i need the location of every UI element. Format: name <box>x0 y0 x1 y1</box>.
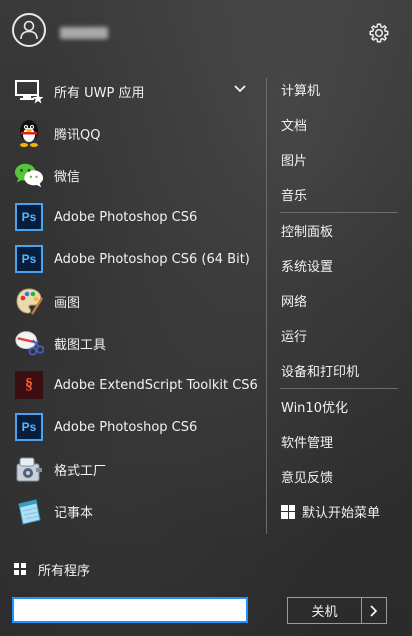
app-item-uwp[interactable]: 所有 UWP 应用 <box>0 70 262 112</box>
menu-computer[interactable]: 计算机 <box>266 72 412 107</box>
menu-pictures[interactable]: 图片 <box>266 142 412 177</box>
menu-devices-printers[interactable]: 设备和打印机 <box>266 353 412 388</box>
shutdown-group: 关机 <box>287 597 387 624</box>
app-label: 截图工具 <box>54 337 107 353</box>
shutdown-options-button[interactable] <box>361 598 386 623</box>
app-label: Adobe ExtendScript Toolkit CS6 <box>54 377 258 393</box>
all-programs-button[interactable]: 所有程序 <box>14 560 91 579</box>
app-item-qq[interactable]: 腾讯QQ <box>0 112 262 154</box>
photoshop-icon: Ps <box>14 244 44 274</box>
menu-feedback[interactable]: 意见反馈 <box>266 459 412 494</box>
right-menu: 计算机 文档 图片 音乐 控制面板 系统设置 网络 运行 设备和打印机 Win1… <box>266 72 412 529</box>
shutdown-button[interactable]: 关机 <box>288 598 361 623</box>
user-icon <box>20 20 38 40</box>
windows-logo-icon <box>281 504 295 519</box>
all-programs-label: 所有程序 <box>38 563 91 579</box>
app-label: 腾讯QQ <box>54 127 101 143</box>
extendscript-icon: § <box>14 370 44 400</box>
search-box <box>12 597 248 623</box>
photoshop-icon-text: Ps <box>15 203 43 231</box>
gear-icon[interactable] <box>368 22 390 44</box>
app-label: Adobe Photoshop CS6 <box>54 209 198 225</box>
app-item-photoshop-64[interactable]: Ps Adobe Photoshop CS6 (64 Bit) <box>0 238 262 280</box>
app-item-photoshop-2[interactable]: Ps Adobe Photoshop CS6 <box>0 406 262 448</box>
snipping-tool-icon <box>14 328 44 358</box>
menu-default-start[interactable]: 默认开始菜单 <box>266 494 412 529</box>
photoshop-icon-text: Ps <box>15 413 43 441</box>
menu-documents[interactable]: 文档 <box>266 107 412 142</box>
app-list: 所有 UWP 应用 腾讯QQ 微信 Ps Adobe Photoshop CS6… <box>0 70 262 532</box>
app-item-photoshop[interactable]: Ps Adobe Photoshop CS6 <box>0 196 262 238</box>
app-item-extendscript[interactable]: § Adobe ExtendScript Toolkit CS6 <box>0 364 262 406</box>
app-item-paint[interactable]: 画图 <box>0 280 262 322</box>
user-avatar[interactable] <box>12 13 46 47</box>
paint-palette-icon <box>14 286 44 316</box>
app-label: 所有 UWP 应用 <box>54 85 145 101</box>
menu-run[interactable]: 运行 <box>266 318 412 353</box>
qq-penguin-icon <box>14 118 44 148</box>
notepad-icon <box>14 496 44 526</box>
app-item-notepad[interactable]: 记事本 <box>0 490 262 532</box>
app-label: Adobe Photoshop CS6 (64 Bit) <box>54 251 250 267</box>
photoshop-icon-text: Ps <box>15 245 43 273</box>
app-item-snipping-tool[interactable]: 截图工具 <box>0 322 262 364</box>
wechat-icon <box>14 160 44 190</box>
menu-system-settings[interactable]: 系统设置 <box>266 248 412 283</box>
photoshop-icon: Ps <box>14 412 44 442</box>
photoshop-icon: Ps <box>14 202 44 232</box>
chevron-down-icon[interactable] <box>234 85 246 93</box>
all-programs-icon <box>14 563 26 575</box>
chevron-right-icon <box>370 604 378 617</box>
uwp-apps-icon <box>14 76 44 106</box>
username <box>60 27 108 39</box>
search-input[interactable] <box>14 599 246 621</box>
app-label: 记事本 <box>54 505 94 521</box>
app-label: 微信 <box>54 169 81 185</box>
menu-control-panel[interactable]: 控制面板 <box>266 213 412 248</box>
menu-win10-optimize[interactable]: Win10优化 <box>266 389 412 424</box>
app-label: 画图 <box>54 295 81 311</box>
app-label: Adobe Photoshop CS6 <box>54 419 198 435</box>
menu-software-management[interactable]: 软件管理 <box>266 424 412 459</box>
format-factory-icon <box>14 454 44 484</box>
header <box>0 0 412 66</box>
menu-default-start-label: 默认开始菜单 <box>302 506 381 521</box>
app-label: 格式工厂 <box>54 463 107 479</box>
app-item-wechat[interactable]: 微信 <box>0 154 262 196</box>
app-item-format-factory[interactable]: 格式工厂 <box>0 448 262 490</box>
menu-network[interactable]: 网络 <box>266 283 412 318</box>
menu-music[interactable]: 音乐 <box>266 177 412 212</box>
